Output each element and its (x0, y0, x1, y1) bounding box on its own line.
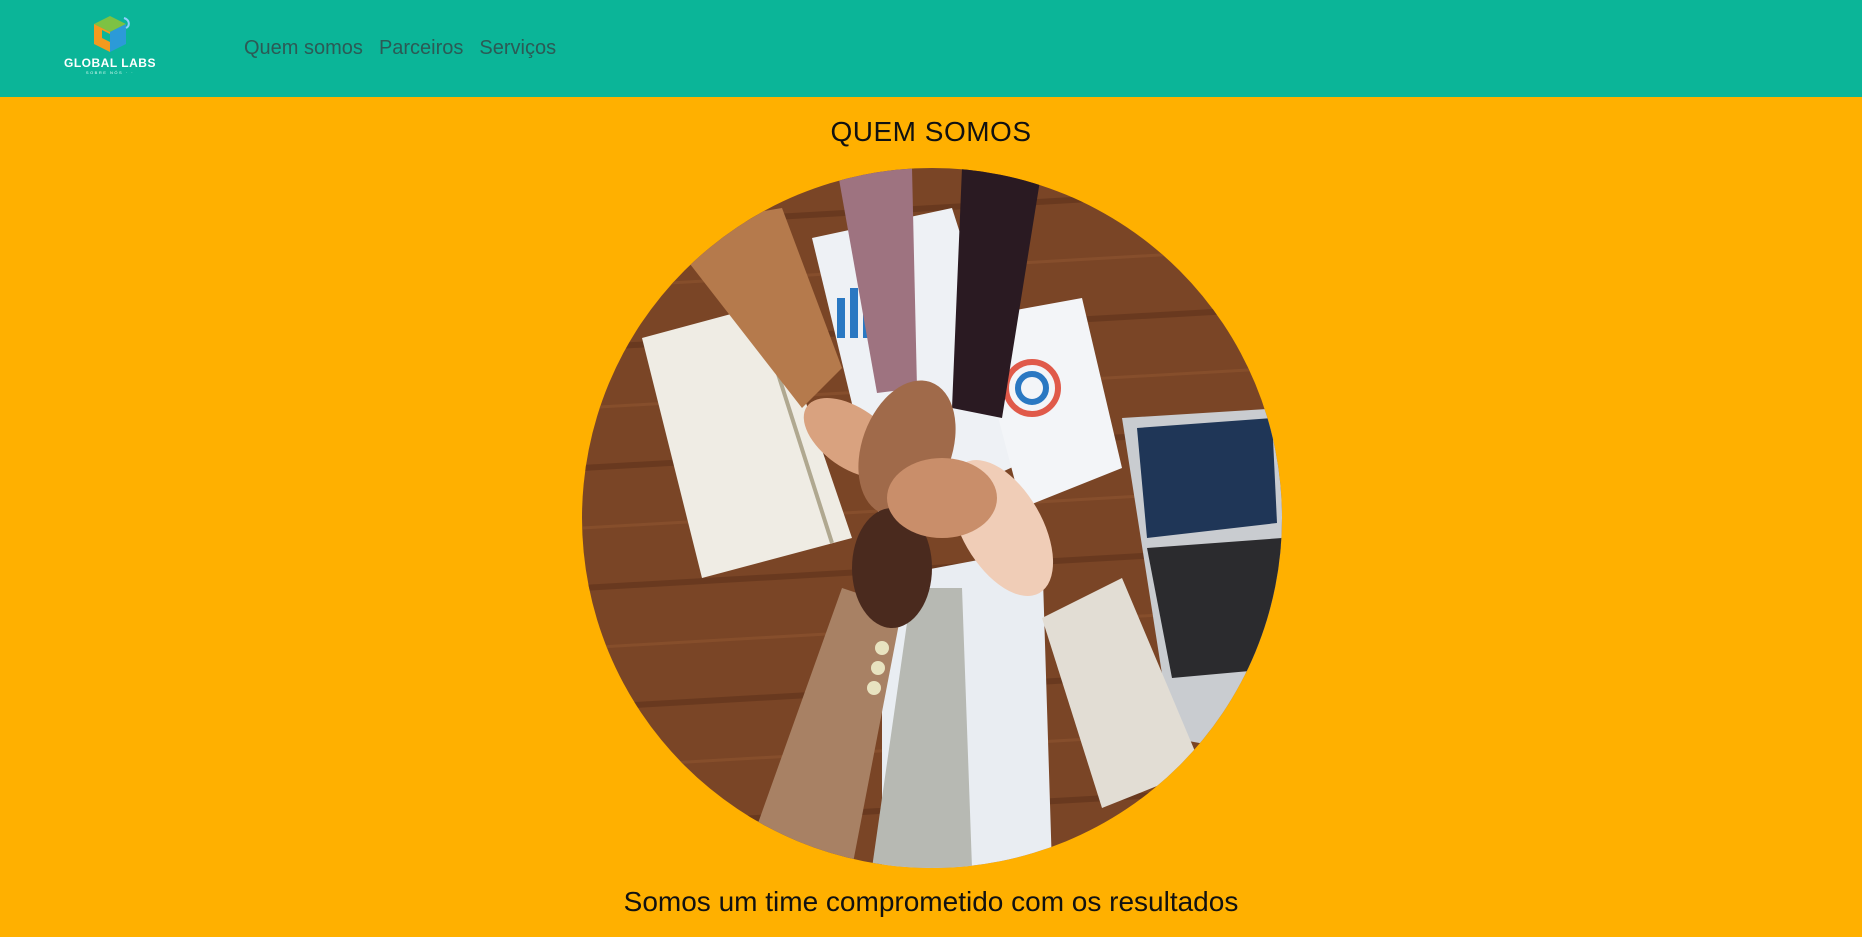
top-navbar: GLOBAL LABS SOBRE NÓS · · Quem somos Par… (0, 0, 1862, 97)
cube-logo-icon (94, 16, 130, 52)
brand-logo[interactable]: GLOBAL LABS SOBRE NÓS · · (62, 14, 158, 80)
section-caption: Somos um time comprometido com os result… (623, 886, 1239, 917)
nav-link-quem-somos[interactable]: Quem somos (244, 36, 363, 60)
main-nav: Quem somos Parceiros Serviços (244, 36, 556, 60)
brand-name: GLOBAL LABS (64, 56, 156, 70)
brand-tagline: SOBRE NÓS · · (85, 70, 135, 75)
team-hands-photo (582, 168, 1282, 868)
page-title: QUEM SOMOS (830, 116, 1032, 147)
nav-link-servicos[interactable]: Serviços (479, 36, 556, 60)
nav-link-parceiros[interactable]: Parceiros (379, 36, 463, 60)
